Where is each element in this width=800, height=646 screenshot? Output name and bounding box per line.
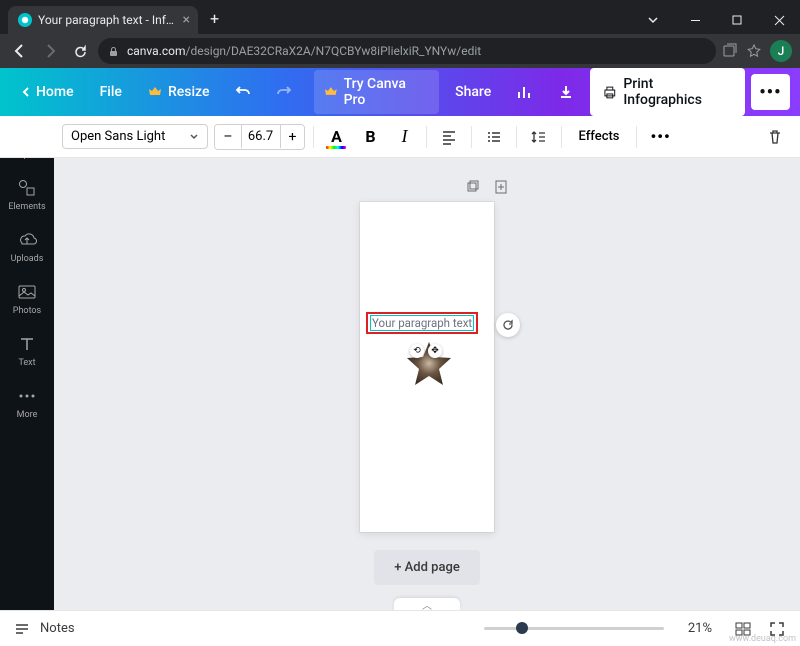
zoom-slider[interactable] bbox=[484, 627, 664, 630]
alignment-button[interactable] bbox=[435, 123, 463, 151]
chevron-down-icon bbox=[189, 132, 199, 142]
text-element-highlight: Your paragraph text bbox=[366, 312, 478, 334]
notes-button[interactable]: Notes bbox=[40, 621, 75, 636]
font-size-stepper[interactable]: – + bbox=[214, 124, 305, 150]
shape-handles: ⟲ ✥ bbox=[410, 344, 442, 358]
redo-button[interactable] bbox=[267, 74, 302, 110]
share-button[interactable]: Share bbox=[445, 78, 501, 106]
sidebar-label: More bbox=[17, 410, 38, 420]
file-button[interactable]: File bbox=[90, 78, 132, 106]
browser-address-bar: canva.com/design/DAE32CRaX2A/N7QCBYw8iPl… bbox=[0, 34, 800, 68]
new-tab-button[interactable]: + bbox=[198, 9, 229, 34]
tab-title: Your paragraph text - Infographi bbox=[38, 13, 177, 27]
sidebar-label: Photos bbox=[13, 306, 41, 316]
font-size-increase[interactable]: + bbox=[281, 125, 305, 149]
sidebar-item-uploads[interactable]: Uploads bbox=[0, 220, 54, 272]
forward-icon bbox=[38, 39, 62, 63]
text-toolbar: Open Sans Light – + A B I Effects ••• bbox=[0, 116, 800, 158]
text-element[interactable]: Your paragraph text bbox=[370, 315, 474, 331]
reload-icon[interactable] bbox=[68, 39, 92, 63]
star-bookmark-icon[interactable] bbox=[746, 43, 762, 59]
url-field[interactable]: canva.com/design/DAE32CRaX2A/N7QCBYw8iPl… bbox=[98, 38, 716, 64]
spacing-button[interactable] bbox=[525, 123, 553, 151]
close-window-icon[interactable] bbox=[758, 6, 800, 34]
left-sidebar: Templates Elements Uploads Photos Text M… bbox=[0, 116, 54, 610]
page-controls bbox=[463, 176, 511, 196]
effects-button[interactable]: Effects bbox=[570, 123, 627, 151]
browser-titlebar: Your paragraph text - Infographi × + bbox=[0, 0, 800, 34]
print-icon bbox=[602, 84, 618, 100]
home-button[interactable]: Home bbox=[10, 78, 84, 106]
more-menu-button[interactable]: ••• bbox=[751, 74, 790, 110]
canvas-area[interactable]: Your paragraph text ⟲ ✥ + Add page ︿ bbox=[54, 158, 800, 610]
url-text: canva.com/design/DAE32CRaX2A/N7QCBYw8iPl… bbox=[127, 44, 481, 58]
elements-icon bbox=[17, 178, 37, 198]
duplicate-page-icon[interactable] bbox=[463, 176, 483, 196]
undo-button[interactable] bbox=[225, 74, 260, 110]
more-icon bbox=[17, 386, 37, 406]
print-button[interactable]: Print Infographics bbox=[590, 68, 745, 116]
add-page-button[interactable]: + Add page bbox=[374, 550, 480, 585]
insights-icon[interactable] bbox=[507, 74, 542, 110]
add-page-icon[interactable] bbox=[491, 176, 511, 196]
crown-icon bbox=[148, 85, 162, 99]
sidebar-item-text[interactable]: Text bbox=[0, 324, 54, 376]
font-size-decrease[interactable]: – bbox=[215, 125, 240, 149]
resize-label: Resize bbox=[168, 84, 210, 100]
zoom-percent[interactable]: 21% bbox=[688, 621, 712, 636]
browser-tab[interactable]: Your paragraph text - Infographi × bbox=[8, 6, 198, 34]
window-controls bbox=[632, 6, 800, 34]
print-label: Print Infographics bbox=[623, 76, 732, 108]
lock-icon bbox=[108, 46, 119, 57]
try-pro-label: Try Canva Pro bbox=[344, 76, 430, 108]
canva-menubar: Home File Resize Try Canva Pro Share Pri… bbox=[0, 68, 800, 116]
font-family-select[interactable]: Open Sans Light bbox=[62, 124, 208, 149]
watermark: www.deuaq.com bbox=[729, 634, 796, 644]
editor-main: Templates Elements Uploads Photos Text M… bbox=[0, 158, 800, 610]
sidebar-item-elements[interactable]: Elements bbox=[0, 168, 54, 220]
profile-avatar[interactable]: J bbox=[770, 40, 792, 62]
canva-favicon-icon bbox=[18, 13, 32, 27]
minimize-icon[interactable] bbox=[674, 6, 716, 34]
list-button[interactable] bbox=[480, 123, 508, 151]
share-url-icon[interactable] bbox=[722, 43, 738, 59]
sidebar-label: Uploads bbox=[11, 254, 44, 264]
sidebar-label: Elements bbox=[8, 202, 45, 212]
delete-button[interactable] bbox=[760, 123, 790, 151]
more-text-options[interactable]: ••• bbox=[645, 123, 677, 151]
editor-footer: Notes 21% bbox=[0, 610, 800, 646]
expand-pages-icon[interactable]: ︿ bbox=[394, 598, 460, 610]
download-icon[interactable] bbox=[548, 74, 583, 110]
zoom-thumb[interactable] bbox=[516, 622, 528, 634]
font-size-input[interactable] bbox=[241, 125, 281, 148]
chevron-down-icon[interactable] bbox=[632, 6, 674, 34]
chevron-left-icon bbox=[20, 86, 32, 98]
photos-icon bbox=[17, 282, 37, 302]
uploads-icon bbox=[17, 230, 37, 250]
text-icon bbox=[17, 334, 37, 354]
back-icon[interactable] bbox=[8, 39, 32, 63]
try-pro-button[interactable]: Try Canva Pro bbox=[314, 70, 439, 114]
resize-button[interactable]: Resize bbox=[138, 78, 220, 106]
rotate-handle-icon[interactable] bbox=[496, 313, 520, 337]
notes-icon[interactable] bbox=[14, 621, 30, 637]
text-color-button[interactable]: A bbox=[322, 123, 350, 151]
move-shape-icon[interactable]: ✥ bbox=[428, 344, 442, 358]
maximize-icon[interactable] bbox=[716, 6, 758, 34]
sidebar-label: Text bbox=[18, 358, 35, 368]
rotate-shape-icon[interactable]: ⟲ bbox=[410, 344, 424, 358]
italic-button[interactable]: I bbox=[390, 123, 418, 151]
bold-button[interactable]: B bbox=[356, 123, 384, 151]
design-page[interactable]: Your paragraph text ⟲ ✥ bbox=[360, 202, 494, 532]
font-name-label: Open Sans Light bbox=[71, 129, 165, 144]
home-label: Home bbox=[36, 84, 74, 100]
close-tab-icon[interactable]: × bbox=[183, 12, 190, 28]
sidebar-item-photos[interactable]: Photos bbox=[0, 272, 54, 324]
sidebar-item-more[interactable]: More bbox=[0, 376, 54, 428]
crown-icon bbox=[324, 85, 338, 99]
